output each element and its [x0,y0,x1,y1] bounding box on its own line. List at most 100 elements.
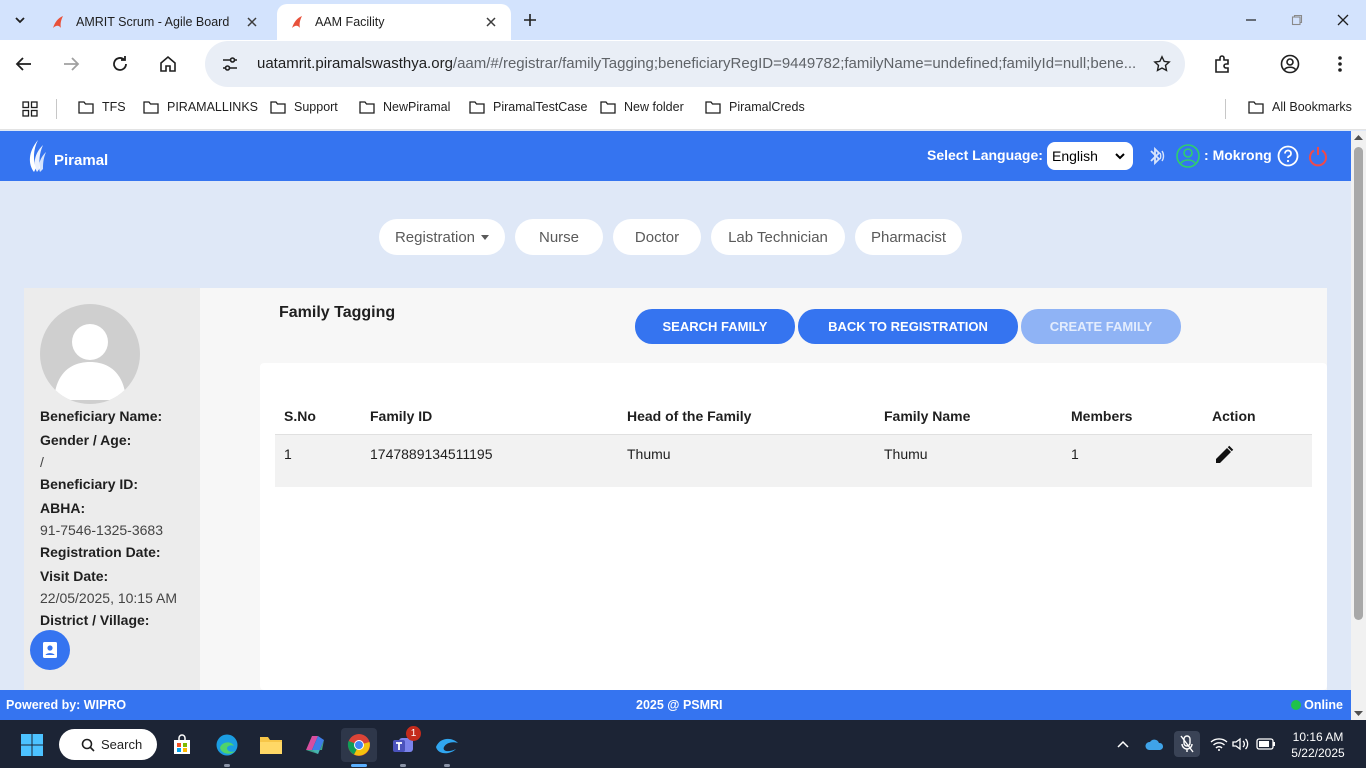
folder-icon [469,101,485,114]
nav-doctor[interactable]: Doctor [613,219,701,255]
back-to-registration-button[interactable]: BACK TO REGISTRATION [798,309,1018,344]
bluetooth-icon[interactable] [1143,144,1167,168]
bookmark-piramalcreds[interactable]: PiramalCreds [705,100,805,114]
bookmark-tfs[interactable]: TFS [78,100,126,114]
beneficiary-id-label: Beneficiary ID: [40,476,139,492]
folder-icon [143,101,159,114]
close-tab-icon[interactable] [483,14,499,30]
windows-taskbar: Search 1 10:16 AM 5/22/2025 [0,720,1366,768]
minimize-icon [1246,19,1256,21]
apps-button[interactable] [22,101,46,117]
arrow-right-icon [64,57,80,71]
taskbar-chrome[interactable] [341,728,377,767]
app-footer: Powered by: WIPRO 2025 @ PSMRI Online [0,690,1351,720]
taskbar-azure-data-studio[interactable] [429,728,465,767]
tab-title: AAM Facility [315,15,385,29]
close-window-button[interactable] [1320,0,1366,40]
folder-icon [260,737,282,754]
bookmark-piramaltestcase[interactable]: PiramalTestCase [469,100,587,114]
site-info-icon[interactable] [219,53,241,75]
powered-by: Powered by: WIPRO [6,698,127,712]
bookmark-separator [1225,99,1226,119]
bookmark-star-icon[interactable] [1151,53,1173,75]
cell-head-of-family: Thumu [627,446,671,462]
windows-logo-icon [21,734,43,756]
url-path: /aam/#/registrar/familyTagging;beneficia… [452,55,1137,72]
bookmark-support[interactable]: Support [270,100,338,114]
taskbar-search-box[interactable]: Search [59,729,157,760]
nav-label: Pharmacist [870,228,947,246]
forward-button[interactable] [57,50,85,78]
help-icon[interactable] [1276,144,1300,168]
bookmark-label: PiramalTestCase [493,100,588,114]
taskbar-teams[interactable]: 1 [385,726,421,767]
column-header-action: Action [1212,408,1256,424]
all-bookmarks[interactable]: All Bookmarks [1248,100,1352,114]
column-header-members: Members [1071,408,1133,424]
tab-search-button[interactable] [8,8,32,32]
nav-label: Registration [394,228,476,246]
page-scrollbar[interactable] [1351,131,1366,720]
extensions-button[interactable] [1208,50,1236,78]
chrome-icon [347,734,370,756]
all-bookmarks-label: All Bookmarks [1272,100,1352,114]
puzzle-icon [1215,55,1229,73]
browser-tab-amrit-scrum[interactable]: AMRIT Scrum - Agile Board [38,4,272,40]
browser-tab-aam-facility[interactable]: AAM Facility [277,4,511,40]
browser-tab-strip: AMRIT Scrum - Agile Board AAM Facility [0,0,1366,40]
new-tab-button[interactable] [518,8,542,32]
address-bar[interactable]: uatamrit.piramalswasthya.org/aam/#/regis… [205,41,1185,87]
bookmark-newpiramal[interactable]: NewPiramal [359,100,450,114]
registration-date-label: Registration Date: [40,544,161,560]
gender-age-label: Gender / Age: [40,432,132,448]
clock-time: 10:16 AM [1292,730,1344,744]
minimize-button[interactable] [1228,0,1274,40]
start-button[interactable] [14,728,50,762]
taskbar-m365-copilot[interactable] [297,728,333,762]
logo-text: Piramal [54,151,109,169]
show-hidden-icons[interactable] [1112,734,1134,754]
folder-icon [359,101,375,114]
chrome-menu-button[interactable] [1326,50,1354,78]
taskbar-file-explorer[interactable] [253,728,289,762]
contact-card-icon [43,642,57,658]
user-avatar-icon[interactable] [1176,144,1200,168]
back-button[interactable] [10,50,38,78]
restore-button[interactable] [1274,0,1320,40]
url-host: uatamrit.piramalswasthya.org [257,55,453,72]
edit-family-button[interactable] [1212,443,1236,467]
active-indicator [351,764,367,767]
home-button[interactable] [154,50,182,78]
beneficiary-details-button[interactable] [30,630,70,670]
cell-family-id: 1747889134511195 [370,446,493,462]
chevron-up-icon [1117,740,1129,748]
close-tab-icon[interactable] [244,14,260,30]
profile-button[interactable] [1276,50,1304,78]
bookmark-piramallinks[interactable]: PIRAMALLINKS [143,100,258,114]
battery-icon[interactable] [1255,734,1277,754]
system-clock[interactable]: 10:16 AM 5/22/2025 [1284,729,1352,761]
user-name-value: Mokrong [1212,147,1272,163]
search-family-button[interactable]: SEARCH FAMILY [635,309,795,344]
taskbar-store[interactable] [164,728,200,762]
edge-icon [216,734,238,756]
create-family-button[interactable]: CREATE FAMILY [1021,309,1181,344]
piramal-logo[interactable]: Piramal [24,138,108,174]
onedrive-icon[interactable] [1144,734,1166,754]
scroll-thumb[interactable] [1354,147,1363,620]
search-icon [81,738,95,752]
nav-lab-technician[interactable]: Lab Technician [711,219,845,255]
language-select[interactable]: English [1047,142,1133,170]
taskbar-edge[interactable] [209,728,245,767]
volume-icon[interactable] [1230,734,1252,754]
microphone-muted-icon[interactable] [1174,731,1200,757]
connection-status: Online [1291,698,1343,712]
wifi-icon[interactable] [1208,734,1230,754]
nav-nurse[interactable]: Nurse [515,219,603,255]
nav-registration[interactable]: Registration [379,219,505,255]
reload-button[interactable] [106,50,134,78]
logout-power-icon[interactable] [1306,144,1330,168]
nav-pharmacist[interactable]: Pharmacist [855,219,962,255]
language-value: English [1052,148,1098,164]
bookmark-new-folder[interactable]: New folder [600,100,684,114]
